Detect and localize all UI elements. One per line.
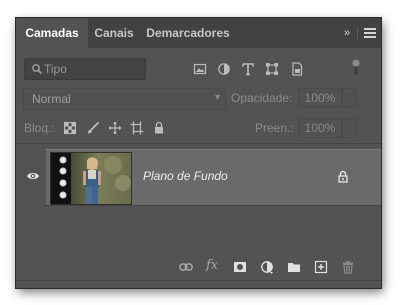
shape-layer-filter-icon[interactable] (265, 62, 279, 76)
tab-camadas[interactable]: Camadas (16, 18, 88, 48)
tab-canais[interactable]: Canais (88, 18, 140, 48)
lock-icon[interactable] (337, 170, 349, 183)
add-mask-icon[interactable] (233, 260, 247, 274)
lock-position-icon[interactable] (108, 121, 122, 135)
opacity-slider-button[interactable] (342, 88, 357, 108)
chevron-down-icon: ▾ (214, 92, 220, 103)
layer-name[interactable]: Plano de Fundo (143, 150, 228, 205)
opacity-label: Opacidade: (231, 91, 293, 105)
group-folder-icon[interactable] (287, 260, 301, 274)
pixel-layer-filter-icon[interactable] (193, 62, 207, 76)
lock-label: Bloq.: (24, 121, 55, 135)
fill-slider-button[interactable] (342, 118, 357, 138)
type-layer-filter-icon[interactable] (241, 62, 255, 76)
layer-row[interactable]: Plano de Fundo (46, 149, 381, 206)
blend-mode-value: Normal (32, 92, 71, 106)
divider (16, 280, 381, 281)
filter-kind-label: Tipo (44, 62, 67, 76)
search-icon (32, 64, 43, 75)
lock-transparent-pixels-icon[interactable] (63, 121, 77, 135)
eye-icon[interactable] (26, 171, 40, 181)
hamburger-menu-icon[interactable] (363, 26, 377, 40)
double-chevron-right-icon[interactable]: » (340, 25, 354, 41)
divider (357, 26, 358, 40)
blend-mode-select[interactable]: Normal ▾ (23, 88, 226, 110)
layers-panel: Camadas Canais Demarcadores » Tipo Norma… (16, 18, 381, 288)
adjustment-layer-icon[interactable] (260, 260, 274, 274)
tab-bar: Camadas Canais Demarcadores » (16, 18, 381, 48)
delete-layer-icon[interactable] (341, 260, 355, 274)
layer-kind-filter[interactable]: Tipo (24, 58, 146, 80)
lock-image-pixels-icon[interactable] (86, 121, 100, 135)
filter-toggle-switch[interactable] (351, 58, 361, 76)
new-layer-icon[interactable] (314, 260, 328, 274)
smart-object-filter-icon[interactable] (290, 62, 304, 76)
divider (16, 143, 381, 144)
bottom-toolbar: fx (16, 254, 381, 280)
lock-artboard-icon[interactable] (130, 121, 144, 135)
tab-demarcadores[interactable]: Demarcadores (140, 18, 236, 48)
fill-label: Preen.: (255, 121, 294, 135)
fill-field[interactable]: 100% (298, 118, 342, 138)
lock-all-icon[interactable] (152, 121, 166, 135)
link-layers-icon[interactable] (179, 260, 193, 274)
opacity-field[interactable]: 100% (298, 88, 342, 108)
layer-style-icon[interactable]: fx (206, 258, 218, 273)
layer-thumbnail (50, 152, 132, 205)
adjustment-layer-filter-icon[interactable] (217, 62, 231, 76)
